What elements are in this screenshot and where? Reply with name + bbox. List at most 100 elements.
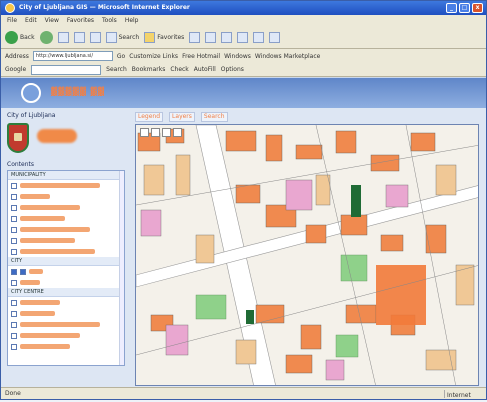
layer-item[interactable]	[8, 202, 124, 213]
forward-arrow-icon[interactable]	[39, 31, 53, 44]
web-page: ▓▓▓▓▓ ▓▓ City of Ljubljana Contents MUNI…	[1, 78, 486, 387]
layer-label	[20, 183, 100, 188]
site-title: ▓▓▓▓▓ ▓▓	[51, 87, 105, 96]
map-tabs: Legend Layers Search	[135, 112, 479, 122]
layer-label	[20, 333, 80, 338]
layer-checkbox[interactable]	[11, 215, 17, 222]
layer-checkbox[interactable]	[11, 299, 17, 306]
site-header: ▓▓▓▓▓ ▓▓	[1, 78, 486, 108]
layer-checkbox[interactable]	[11, 321, 17, 328]
layer-label	[20, 249, 95, 254]
layer-label	[20, 227, 90, 232]
menu-tools[interactable]: Tools	[102, 15, 117, 27]
menu-edit[interactable]: Edit	[25, 15, 37, 27]
link-hotmail[interactable]: Free Hotmail	[182, 53, 220, 60]
layer-group-city[interactable]: CITY	[8, 257, 124, 266]
minimize-button[interactable]: _	[446, 3, 457, 13]
layer-label	[20, 205, 80, 210]
search-button[interactable]: Search	[105, 30, 139, 46]
layer-checkbox[interactable]	[11, 343, 17, 350]
maximize-button[interactable]: □	[459, 3, 470, 13]
layer-label	[20, 344, 70, 349]
history-icon[interactable]	[189, 32, 201, 43]
messenger-icon[interactable]	[253, 32, 265, 43]
layer-checkbox[interactable]	[11, 310, 17, 317]
layer-label	[20, 280, 40, 285]
layer-item[interactable]	[8, 319, 124, 330]
layer-item[interactable]	[8, 191, 124, 202]
layer-checkbox[interactable]	[11, 237, 17, 244]
menu-favorites[interactable]: Favorites	[67, 15, 94, 27]
layer-item[interactable]	[8, 213, 124, 224]
layer-item[interactable]	[8, 246, 124, 257]
print-icon[interactable]	[221, 32, 233, 43]
menu-view[interactable]: View	[45, 15, 59, 27]
link-customize[interactable]: Customize Links	[129, 53, 178, 60]
star-icon	[144, 32, 156, 43]
layer-checkbox[interactable]	[11, 332, 17, 339]
menu-help[interactable]: Help	[125, 15, 139, 27]
layer-checkbox[interactable]	[11, 248, 17, 255]
back-button[interactable]: Back	[5, 30, 35, 46]
google-label: Google	[5, 66, 27, 73]
layer-scrollbar[interactable]	[119, 171, 124, 365]
window-title: City of Ljubljana GIS — Microsoft Intern…	[19, 4, 190, 11]
layer-group-municipality[interactable]: MUNICIPALITY	[8, 171, 124, 180]
refresh-icon[interactable]	[73, 32, 85, 43]
layer-item[interactable]	[8, 297, 124, 308]
layer-checkbox[interactable]	[11, 226, 17, 233]
bookmarks-button[interactable]: Bookmarks	[132, 66, 166, 73]
map-panel: Legend Layers Search	[135, 112, 479, 386]
layer-checkbox[interactable]	[11, 279, 17, 286]
zone-indicator: Internet	[444, 390, 471, 399]
address-label: Address	[5, 52, 29, 60]
layer-item[interactable]	[8, 277, 124, 288]
layer-label	[29, 269, 43, 274]
google-toolbar: Google Search Bookmarks Check AutoFill O…	[1, 63, 486, 77]
layer-group-city-centre[interactable]: CITY CENTRE	[8, 288, 124, 297]
mail-icon[interactable]	[205, 32, 217, 43]
menu-file[interactable]: File	[7, 15, 17, 27]
layer-item[interactable]	[8, 330, 124, 341]
search-icon	[105, 32, 117, 43]
go-button[interactable]: Go	[117, 53, 125, 60]
link-marketplace[interactable]: Windows Marketplace	[255, 53, 320, 60]
tab-legend[interactable]: Legend	[135, 112, 164, 122]
layer-item[interactable]	[8, 341, 124, 352]
pan-icon[interactable]	[162, 128, 171, 137]
address-input[interactable]: http://www.ljubljana.si/	[32, 51, 113, 61]
zoom-in-icon[interactable]	[140, 128, 149, 137]
layer-label	[20, 322, 100, 327]
google-search-input[interactable]	[31, 64, 102, 75]
stop-icon[interactable]	[57, 32, 69, 43]
autofill-button[interactable]: AutoFill	[194, 66, 216, 73]
layer-checkbox[interactable]	[11, 204, 17, 211]
layer-item[interactable]	[8, 235, 124, 246]
layer-checkbox[interactable]	[20, 268, 26, 275]
google-search-button[interactable]: Search	[106, 66, 127, 73]
layer-checkbox[interactable]	[11, 182, 17, 189]
link-windows[interactable]: Windows	[224, 53, 251, 60]
favorites-button[interactable]: Favorites	[144, 30, 184, 46]
home-icon[interactable]	[89, 32, 101, 43]
tab-search[interactable]: Search	[200, 112, 228, 122]
layer-item[interactable]	[8, 180, 124, 191]
zoom-out-icon[interactable]	[151, 128, 160, 137]
check-button[interactable]: Check	[170, 66, 188, 73]
city-map[interactable]	[135, 124, 479, 386]
close-button[interactable]: x	[472, 3, 483, 13]
layer-item[interactable]	[8, 266, 124, 277]
research-icon[interactable]	[269, 32, 281, 43]
map-canvas[interactable]	[136, 125, 479, 386]
city-name-text	[37, 129, 78, 143]
layer-checkbox[interactable]	[11, 193, 17, 200]
title-bar: City of Ljubljana GIS — Microsoft Intern…	[1, 1, 486, 15]
edit-icon[interactable]	[237, 32, 249, 43]
layer-checkbox[interactable]	[11, 268, 17, 275]
layer-item[interactable]	[8, 224, 124, 235]
tab-layers[interactable]: Layers	[169, 112, 195, 122]
layer-item[interactable]	[8, 308, 124, 319]
status-text: Done	[5, 390, 21, 397]
identify-icon[interactable]	[173, 128, 182, 137]
options-button[interactable]: Options	[221, 66, 244, 73]
